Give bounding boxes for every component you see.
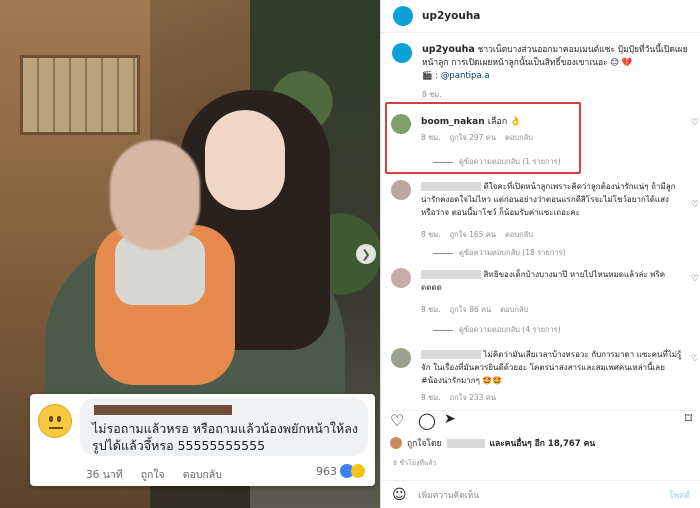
avatar[interactable] xyxy=(391,180,411,200)
caption-source[interactable]: 🎬 : @pantipa.a xyxy=(422,71,490,81)
emoji-smile-icon[interactable]: ☺ xyxy=(392,487,407,503)
overlay-comment-meta: 36 นาที ถูกใจ ตอบกลับ xyxy=(86,466,222,483)
post-header: up2youha xyxy=(381,0,700,33)
redacted-username xyxy=(421,350,481,359)
woman-face xyxy=(205,110,285,210)
comment-like-heart-icon[interactable]: ♡ xyxy=(691,118,699,128)
overlay-time: 36 นาที xyxy=(86,469,123,481)
comment-meta: 8 ชม. ถูกใจ 165 คน ตอบกลับ xyxy=(421,230,533,239)
post-time-ago: 8 ชั่วโมงที่แล้ว xyxy=(393,459,437,467)
comment-item: ไม่คิดว่ามันเสียเวลาบ้างหรอวะ กับการมาดา… xyxy=(391,348,697,400)
view-replies[interactable]: ดูข้อความตอบกลับ (4 รายการ) xyxy=(433,324,561,336)
comment-like-heart-icon[interactable]: ♡ xyxy=(691,354,697,364)
redacted-username xyxy=(446,438,485,448)
post-actions: ♡ ◯ ➤ ⌑ xyxy=(390,410,696,430)
likes-count[interactable]: และคนอื่นๆ อีก 18,767 คน xyxy=(490,436,596,450)
overlay-reactions[interactable]: 963 xyxy=(316,464,365,478)
add-comment-input[interactable]: เพิ่มความคิดเห็น xyxy=(419,488,670,502)
add-comment-bar: ☺ เพิ่มความคิดเห็น โพสต์ xyxy=(380,480,700,508)
bookmark-icon[interactable]: ⌑ xyxy=(685,411,692,427)
avatar[interactable] xyxy=(393,6,413,26)
avatar[interactable] xyxy=(391,348,411,368)
comment-meta: 8 ชม. ถูกใจ 86 คน ตอบกลับ xyxy=(421,305,529,314)
avatar xyxy=(390,437,402,449)
post-photo[interactable]: ❯ ไม่รอถามแล้วหรอ หรือถามแล้วน้องพยักหน้… xyxy=(0,0,380,508)
neutral-face-emoji-icon xyxy=(38,404,72,438)
overlay-comment-text: ไม่รอถามแล้วหรอ หรือถามแล้วน้องพยักหน้าใ… xyxy=(92,421,358,453)
comment-bubble: ไม่รอถามแล้วหรอ หรือถามแล้วน้องพยักหน้าใ… xyxy=(80,398,368,456)
redacted-name xyxy=(94,405,232,415)
reaction-count: 963 xyxy=(316,464,337,478)
likes-summary[interactable]: ถูกใจโดย และคนอื่นๆ อีก 18,767 คน xyxy=(390,436,595,450)
window-frame xyxy=(20,55,140,135)
post-button[interactable]: โพสต์ xyxy=(669,488,690,502)
comment-item: สิทธิของเด็กบ้างบางมาปี หายไปไหนหมดแล้วล… xyxy=(391,268,699,338)
avatar[interactable] xyxy=(391,268,411,288)
comment-overlay: ไม่รอถามแล้วหรอ หรือถามแล้วน้องพยักหน้าใ… xyxy=(30,394,375,486)
redacted-username xyxy=(421,270,481,279)
overlay-reply-link[interactable]: ตอบกลับ xyxy=(183,466,222,483)
overlay-like-link[interactable]: ถูกใจ xyxy=(141,466,165,483)
redacted-username xyxy=(421,182,481,191)
comment-bubble-icon[interactable]: ◯ xyxy=(418,411,436,430)
share-send-icon[interactable]: ➤ xyxy=(444,411,456,427)
view-replies[interactable]: ดูข้อความตอบกลับ (18 รายการ) xyxy=(433,247,566,259)
haha-reaction-icon xyxy=(351,464,365,478)
next-image-chevron-icon[interactable]: ❯ xyxy=(356,244,376,264)
post-caption: up2youha ชาวเน็ตบางส่วนออกมาคอมเมนต์แซะ … xyxy=(392,43,694,101)
comment-meta: 8 ชม. ถูกใจ 233 คน xyxy=(421,393,496,400)
like-heart-icon[interactable]: ♡ xyxy=(390,411,404,430)
post-username[interactable]: up2youha xyxy=(422,10,480,22)
comment-like-heart-icon[interactable]: ♡ xyxy=(691,274,699,284)
highlight-box xyxy=(385,102,581,174)
comment-like-heart-icon[interactable]: ♡ xyxy=(691,200,699,210)
likes-label: ถูกใจโดย xyxy=(407,439,442,449)
caption-username[interactable]: up2youha xyxy=(422,44,475,55)
caption-time: 8 ชม. xyxy=(422,90,442,99)
comment-item: ดีใจคะที่เปิดหน้าลูกเพราะคิดว่าลูกต้องน่… xyxy=(391,180,699,259)
blurred-baby-face xyxy=(110,140,200,250)
avatar[interactable] xyxy=(392,43,412,63)
